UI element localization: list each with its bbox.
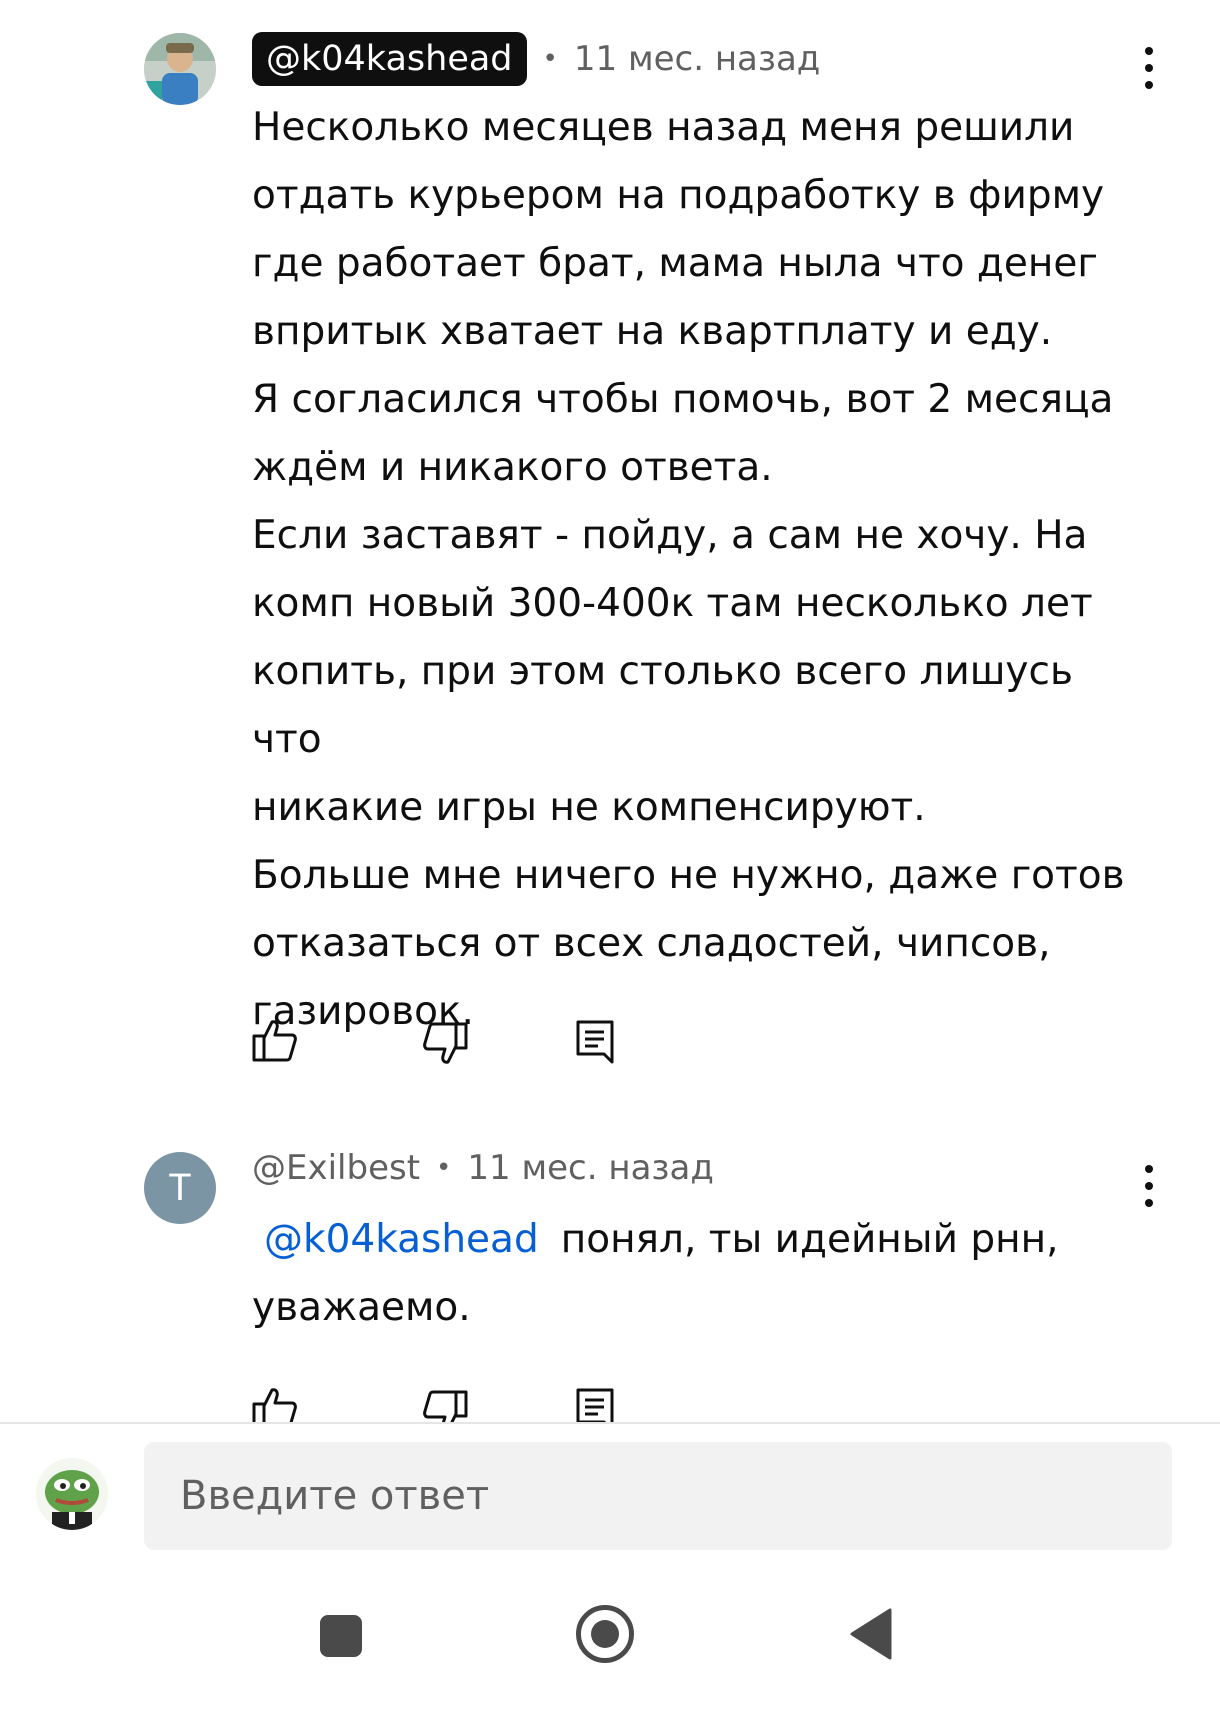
reply-icon[interactable] bbox=[576, 1388, 614, 1422]
separator-dot: • bbox=[436, 1153, 452, 1183]
thumbs-up-icon bbox=[252, 1020, 297, 1062]
author-handle[interactable]: @k04kashead bbox=[252, 32, 527, 86]
comment-text: Несколько месяцев назад меня решили отда… bbox=[252, 105, 1125, 1034]
recent-apps-button[interactable] bbox=[320, 1615, 362, 1657]
mention-link[interactable]: @k04kashead bbox=[264, 1217, 539, 1262]
thumbs-down-icon[interactable] bbox=[422, 1390, 468, 1422]
back-icon bbox=[850, 1608, 892, 1660]
author-handle[interactable]: @Exilbest bbox=[252, 1148, 420, 1188]
avatar[interactable] bbox=[144, 33, 216, 105]
reply-button[interactable] bbox=[576, 1020, 614, 1064]
reply-input[interactable]: Введите ответ bbox=[144, 1442, 1172, 1550]
back-button[interactable] bbox=[848, 1608, 892, 1664]
home-button[interactable] bbox=[576, 1605, 634, 1663]
user-avatar[interactable] bbox=[36, 1458, 108, 1530]
comment-header: @k04kashead • 11 мес. назад bbox=[252, 32, 820, 86]
comment-text: понял, ты идейный рнн, bbox=[560, 1217, 1059, 1262]
like-button[interactable] bbox=[252, 1018, 298, 1062]
comment-text: уважаемо. bbox=[252, 1285, 471, 1330]
comment-actions bbox=[252, 1386, 652, 1422]
divider bbox=[0, 1422, 1220, 1424]
comment-text-line: @k04kashead понял, ты идейный рнн, bbox=[264, 1206, 1164, 1274]
dislike-button[interactable] bbox=[422, 1022, 468, 1066]
comment-header: @Exilbest • 11 мес. назад bbox=[252, 1148, 714, 1188]
thumbs-down-icon bbox=[423, 1022, 468, 1064]
comment-time: 11 мес. назад bbox=[467, 1148, 714, 1188]
reply-icon bbox=[576, 1020, 614, 1064]
separator-dot: • bbox=[542, 44, 558, 74]
comment-time: 11 мес. назад bbox=[573, 39, 821, 79]
thumbs-up-icon[interactable] bbox=[252, 1386, 298, 1422]
more-vert-icon[interactable] bbox=[1129, 38, 1169, 98]
avatar[interactable]: T bbox=[144, 1152, 216, 1224]
